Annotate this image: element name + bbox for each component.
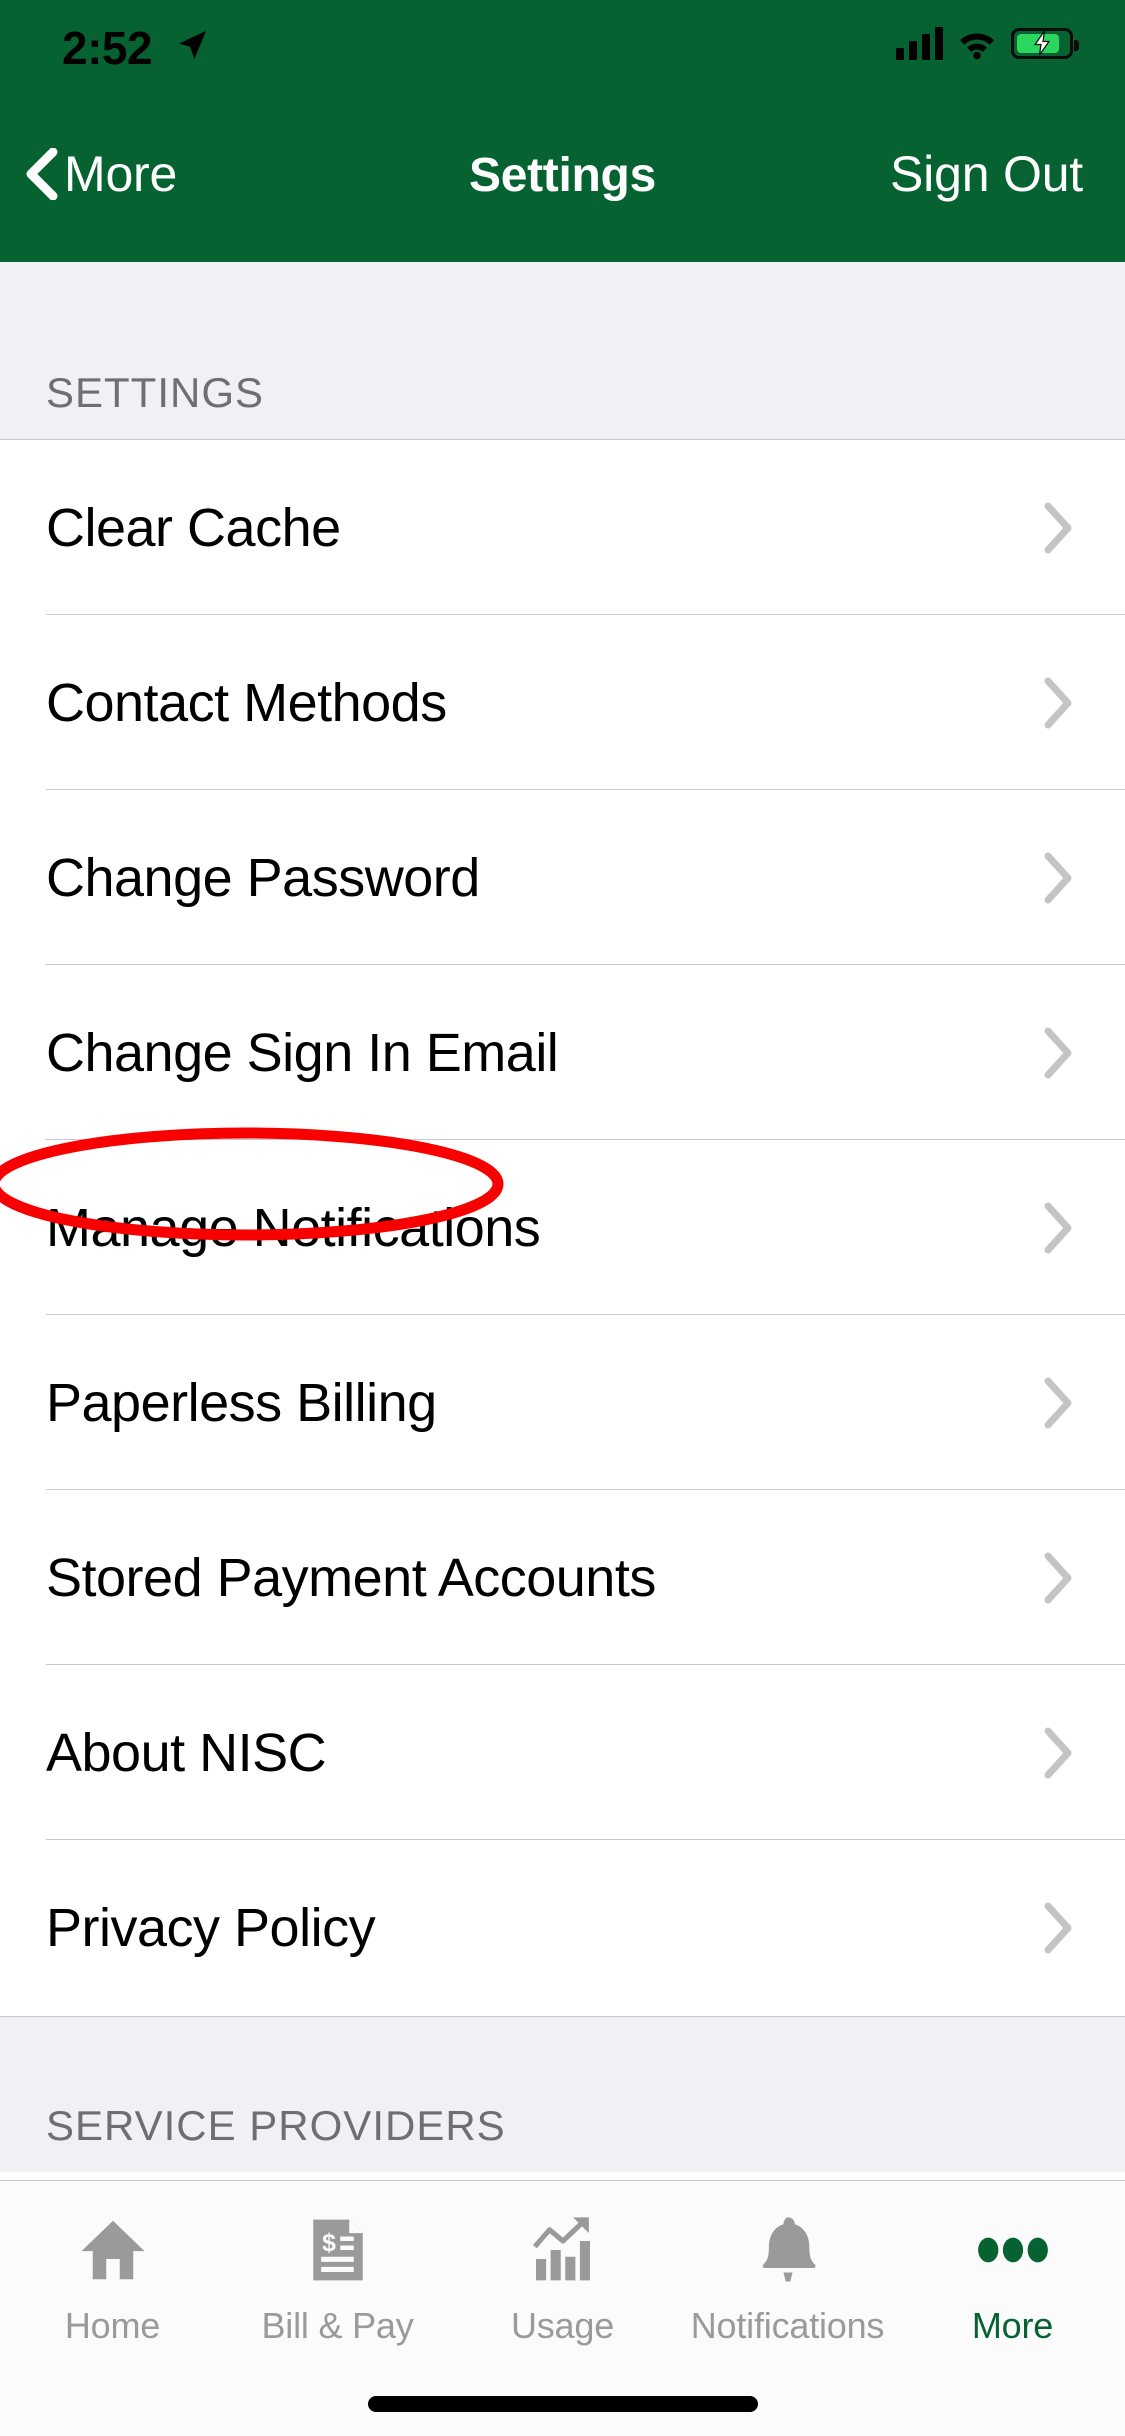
phone-screen: 2:52 More Settings Sign Out SETTINGS Cle… bbox=[0, 0, 1125, 2436]
settings-row-label: Change Password bbox=[46, 847, 480, 908]
settings-row[interactable]: Change Sign In Email bbox=[0, 965, 1125, 1140]
home-icon bbox=[81, 2220, 144, 2280]
settings-row[interactable]: Privacy Policy bbox=[0, 1840, 1125, 2015]
tab-label: Notifications bbox=[690, 2305, 885, 2346]
settings-row-label: Paperless Billing bbox=[46, 1372, 437, 1433]
settings-row-label: Clear Cache bbox=[46, 497, 341, 558]
section-header-service-providers-label: SERVICE PROVIDERS bbox=[46, 2102, 506, 2149]
app-header: 2:52 More Settings Sign Out bbox=[0, 0, 1125, 262]
settings-row-label: Change Sign In Email bbox=[46, 1022, 559, 1083]
chevron-right-icon bbox=[1044, 852, 1072, 903]
status-bar-indicators bbox=[896, 26, 1079, 60]
settings-row[interactable]: Clear Cache bbox=[0, 440, 1125, 615]
section-header-service-providers: SERVICE PROVIDERS bbox=[0, 2016, 1125, 2172]
settings-row-label: Manage Notifications bbox=[46, 1197, 541, 1258]
tab-bill-pay[interactable]: $ Bill & Pay bbox=[225, 2181, 450, 2371]
settings-row[interactable]: Change Password bbox=[0, 790, 1125, 965]
sign-out-button[interactable]: Sign Out bbox=[890, 146, 1083, 202]
navigation-bar: More Settings Sign Out bbox=[0, 96, 1125, 262]
home-indicator bbox=[367, 2396, 758, 2412]
tab-label: Usage bbox=[510, 2305, 615, 2346]
tab-icon-wrapper bbox=[77, 2207, 149, 2293]
tab-notifications[interactable]: Notifications bbox=[675, 2181, 900, 2371]
section-header-settings: SETTINGS bbox=[0, 262, 1125, 440]
svg-text:$: $ bbox=[322, 2230, 336, 2257]
chevron-right-icon bbox=[1044, 1552, 1072, 1603]
section-header-settings-label: SETTINGS bbox=[46, 369, 265, 416]
tab-icon-wrapper bbox=[527, 2207, 599, 2293]
settings-row-label: Contact Methods bbox=[46, 672, 447, 733]
chevron-right-icon bbox=[1044, 502, 1072, 553]
settings-row[interactable]: Manage Notifications bbox=[0, 1140, 1125, 1315]
chevron-right-icon bbox=[1044, 1027, 1072, 1078]
tab-label: Bill & Pay bbox=[261, 2305, 414, 2346]
ellipsis-icon bbox=[977, 2237, 1048, 2263]
settings-row[interactable]: Contact Methods bbox=[0, 615, 1125, 790]
tab-icon-wrapper bbox=[752, 2207, 824, 2293]
bill-document-icon: $ bbox=[312, 2219, 363, 2281]
battery-charging-icon bbox=[1011, 27, 1079, 59]
chevron-right-icon bbox=[1044, 1202, 1072, 1253]
wifi-icon bbox=[960, 33, 994, 60]
settings-row-label: About NISC bbox=[46, 1722, 327, 1783]
status-bar-time: 2:52 bbox=[62, 22, 153, 74]
tab-more[interactable]: More bbox=[900, 2181, 1125, 2371]
settings-row[interactable]: Stored Payment Accounts bbox=[0, 1490, 1125, 1665]
chevron-right-icon bbox=[1044, 1902, 1072, 1953]
settings-list: Clear Cache Contact Methods Change Passwor… bbox=[0, 440, 1125, 2015]
chevron-right-icon bbox=[1044, 1727, 1072, 1778]
chevron-right-icon bbox=[1044, 677, 1072, 728]
tab-icon-wrapper bbox=[977, 2207, 1049, 2293]
tab-label: More bbox=[971, 2305, 1054, 2346]
tab-label: Home bbox=[64, 2305, 161, 2346]
tab-usage[interactable]: Usage bbox=[450, 2181, 675, 2371]
settings-row-label: Privacy Policy bbox=[46, 1897, 376, 1958]
settings-row-label: Stored Payment Accounts bbox=[46, 1547, 656, 1608]
status-bar: 2:52 bbox=[0, 0, 1125, 96]
bell-icon bbox=[762, 2217, 815, 2282]
location-arrow-icon bbox=[179, 31, 206, 59]
tab-home[interactable]: Home bbox=[0, 2181, 225, 2371]
settings-row[interactable]: About NISC bbox=[0, 1665, 1125, 1840]
settings-row[interactable]: Paperless Billing bbox=[0, 1315, 1125, 1490]
tab-icon-wrapper: $ bbox=[302, 2207, 374, 2293]
cellular-signal-icon bbox=[896, 26, 943, 60]
chevron-right-icon bbox=[1044, 1377, 1072, 1428]
bar-chart-icon bbox=[532, 2217, 590, 2281]
